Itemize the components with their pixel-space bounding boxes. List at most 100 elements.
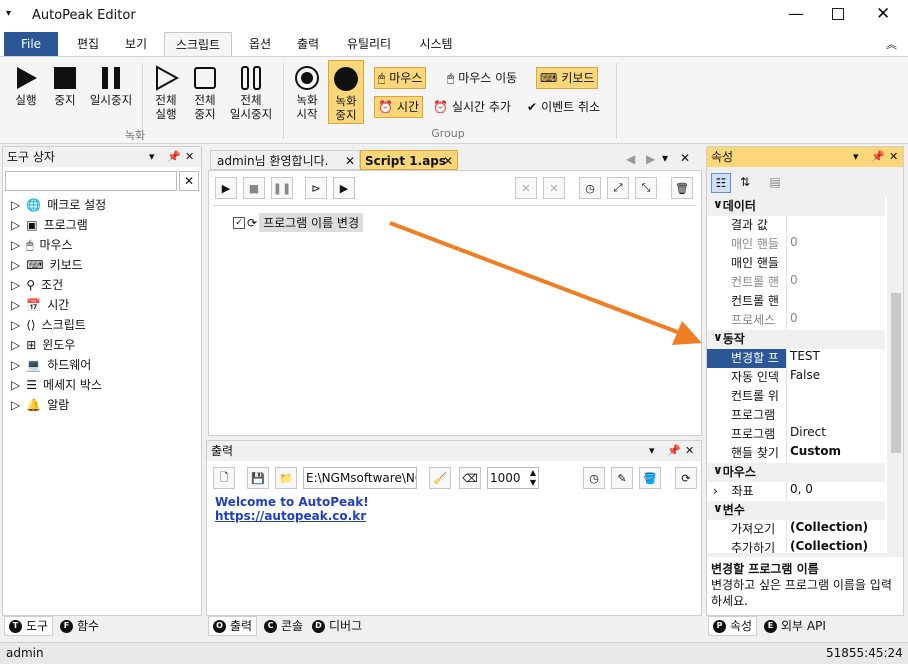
stop-icon[interactable]: ■ <box>243 177 265 199</box>
play-icon <box>17 67 37 89</box>
section-mouse: ∨ 마우스 <box>707 463 885 482</box>
close-icon[interactable]: ✕ <box>185 147 194 167</box>
dropdown-icon[interactable]: ▾ <box>662 151 668 165</box>
save-icon[interactable]: 💾 <box>247 467 269 489</box>
stop-outline-icon <box>194 67 216 89</box>
tab-system[interactable]: 시스템 <box>410 32 462 56</box>
tree-item-program[interactable]: ▷ ▣ 프로그램 <box>11 215 106 235</box>
disabled-x-icon[interactable]: ✕ <box>515 177 537 199</box>
chevron-down-icon[interactable]: ▾ <box>6 8 11 19</box>
tree-item-window[interactable]: ▷ ⊞ 윈도우 <box>11 335 106 355</box>
run-button[interactable]: 실행 <box>8 63 44 107</box>
tab-edit[interactable]: 편집 <box>68 32 108 56</box>
tab-output[interactable]: O 출력 <box>208 616 258 636</box>
tree-item-macro[interactable]: ▷ 🌐 매크로 설정 <box>11 195 106 215</box>
disabled-x2-icon[interactable]: ✕ <box>543 177 565 199</box>
minimize-icon[interactable]: — <box>788 4 804 23</box>
record-stop-button[interactable]: 녹화 중지 <box>328 60 364 124</box>
categorized-icon[interactable]: ☷ <box>711 173 731 193</box>
tree-item-keyboard[interactable]: ▷ ⌨ 키보드 <box>11 255 106 275</box>
close-icon[interactable]: ✕ <box>685 441 694 461</box>
line-count-stepper[interactable]: 1000 ▲ ▼ <box>487 467 539 489</box>
step-into-icon[interactable]: ▶ <box>333 177 355 199</box>
tab-output[interactable]: 출력 <box>288 32 328 56</box>
maximize-icon[interactable] <box>832 8 844 20</box>
clear-search-icon[interactable]: ✕ <box>179 171 199 191</box>
annotation-arrow <box>389 221 702 345</box>
prop-row: 컨트롤 핸0 <box>707 273 885 292</box>
eraser-icon[interactable]: ⌫ <box>459 467 481 489</box>
nav-left-icon[interactable]: ◀ <box>626 152 635 166</box>
tab-welcome[interactable]: admin님 환영합니다. ✕ <box>210 150 360 170</box>
property-pages-icon[interactable]: ▤ <box>765 173 785 193</box>
clock-icon[interactable]: ◷ <box>583 467 605 489</box>
collapse-ribbon-icon[interactable]: ︽ <box>886 36 897 52</box>
prop-row-selected[interactable]: 변경할 프 TEST <box>707 349 885 368</box>
tab-external-api[interactable]: E 외부 API <box>760 616 830 636</box>
tab-console[interactable]: C 콘솔 <box>260 616 307 636</box>
close-icon[interactable]: ✕ <box>889 147 898 167</box>
mouse-toggle[interactable]: 🖱 마우스 <box>374 67 427 89</box>
close-icon: ✕ <box>344 154 355 168</box>
brush-clear-icon[interactable]: 🧹 <box>429 467 451 489</box>
path-input[interactable]: E:\NGMsoftware\NG <box>303 467 417 489</box>
calendar-icon: 📅 <box>26 298 42 312</box>
tab-functions[interactable]: F 함수 <box>56 616 103 636</box>
nav-right-icon[interactable]: ▶ <box>646 152 655 166</box>
toolbox-panel: 도구 상자 ▾ 📌 ✕ ✕ ▷ 🌐 매크로 설정 ▷ ▣ 프로그램 ▷ 🖱 마우스 ▷ ⌨ 키보… <box>2 146 202 616</box>
stop-all-button[interactable]: 전체 중지 <box>188 63 222 121</box>
tab-options[interactable]: 옵션 <box>240 32 280 56</box>
tree-item-condition[interactable]: ▷ ⚲ 조건 <box>11 275 106 295</box>
toolbox-search-input[interactable] <box>5 171 177 191</box>
tree-item-messagebox[interactable]: ▷ ☰ 메세지 박스 <box>11 375 106 395</box>
folder-icon[interactable]: 📁 <box>275 467 297 489</box>
dropdown-icon[interactable]: ▾ <box>149 147 155 167</box>
paint-brush-icon[interactable]: ✎ <box>611 467 633 489</box>
pin-icon[interactable]: 📌 <box>871 147 885 167</box>
tab-debug[interactable]: D 디버그 <box>308 616 366 636</box>
run-all-button[interactable]: 전체 실행 <box>148 63 184 121</box>
tab-file[interactable]: File <box>4 32 58 56</box>
tree-item-alarm[interactable]: ▷ 🔔 알람 <box>11 395 106 415</box>
dropdown-icon[interactable]: ▾ <box>853 147 859 167</box>
tab-view[interactable]: 보기 <box>116 32 156 56</box>
close-icon[interactable]: ✕ <box>876 4 890 24</box>
pin-icon[interactable]: 📌 <box>167 147 181 167</box>
expand-icon[interactable]: ⤢ <box>607 177 629 199</box>
time-toggle[interactable]: ⏰ 시간 <box>374 96 424 118</box>
tab-script[interactable]: 스크립트 <box>164 32 232 56</box>
pause-icon[interactable]: ❚❚ <box>271 177 293 199</box>
property-scrollbar[interactable] <box>887 197 903 553</box>
close-icon[interactable]: ✕ <box>680 151 690 165</box>
tab-script1[interactable]: Script 1.aps ✕ <box>360 150 458 170</box>
mouse-move-toggle[interactable]: 🖱 마우스 이동 <box>444 67 520 89</box>
dropdown-icon[interactable]: ▾ <box>649 441 655 461</box>
tab-utility[interactable]: 유틸리티 <box>338 32 400 56</box>
collapse-icon[interactable]: ⤡ <box>635 177 657 199</box>
alarm-clock-icon: ⏰ <box>378 100 393 114</box>
tree-item-mouse[interactable]: ▷ 🖱 마우스 <box>11 235 106 255</box>
keyboard-toggle[interactable]: ⌨ 키보드 <box>536 67 599 89</box>
paint-bucket-icon[interactable]: 🪣 <box>639 467 661 489</box>
step-icon[interactable]: ⊳ <box>305 177 327 199</box>
timer-icon[interactable]: ◷ <box>579 177 601 199</box>
tab-tools[interactable]: T 도구 <box>4 616 54 636</box>
delete-icon[interactable]: 🗑 <box>671 177 693 199</box>
event-cancel-toggle[interactable]: ✔ 이벤트 취소 <box>524 96 603 118</box>
script-node[interactable]: ✓ ⟳ 프로그램 이름 변경 <box>233 213 364 232</box>
website-link[interactable]: https://autopeak.co.kr <box>215 509 693 523</box>
play-icon[interactable]: ▶ <box>215 177 237 199</box>
realtime-add-toggle[interactable]: ⏰ 실시간 추가 <box>430 96 514 118</box>
tab-properties[interactable]: P 속성 <box>708 616 758 636</box>
tree-item-hardware[interactable]: ▷ 💻 하드웨어 <box>11 355 106 375</box>
pause-all-button[interactable]: 전체 일시중지 <box>226 63 276 121</box>
tree-item-script[interactable]: ▷ ⟨⟩ 스크립트 <box>11 315 106 335</box>
refresh-icon[interactable]: ⟳ <box>675 467 697 489</box>
record-start-button[interactable]: 녹화 시작 <box>290 63 324 121</box>
stop-button[interactable]: 중지 <box>48 63 82 107</box>
new-file-icon[interactable]: 🗋 <box>213 467 235 489</box>
sort-az-icon[interactable]: ⇅ <box>735 173 755 193</box>
pause-button[interactable]: 일시중지 <box>86 63 136 107</box>
pin-icon[interactable]: 📌 <box>667 441 681 461</box>
tree-item-time[interactable]: ▷ 📅 시간 <box>11 295 106 315</box>
